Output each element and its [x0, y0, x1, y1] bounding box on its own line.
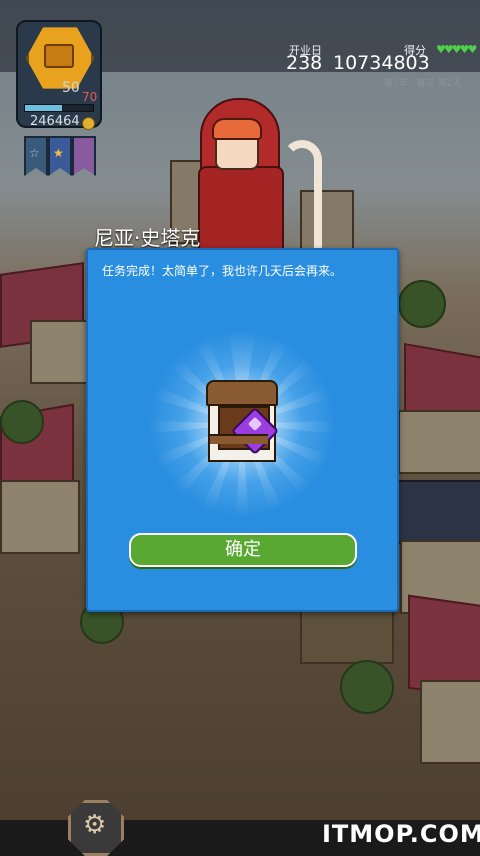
dialog-message: 任务完成！太简单了，我也许几天后会再来。 [102, 264, 343, 278]
watermark: ITMOP.COM [322, 820, 480, 848]
coins-value: 246464 [30, 114, 80, 129]
speaker-name: 尼亚·史塔克 [94, 226, 201, 250]
days-value: 238 [286, 52, 323, 74]
heart-icon: ♥♥♥♥♥ [436, 43, 477, 56]
chest-lid [206, 380, 278, 406]
score-value: 10734803 [333, 52, 430, 74]
coin-icon [82, 117, 95, 130]
chest-base [210, 434, 268, 444]
confirm-button[interactable]: 确定 [129, 533, 357, 567]
quest-complete-dialog: 任务完成！太简单了，我也许几天后会再来。 确定 [86, 248, 399, 612]
season-date: 第7年、春天 第2天 [384, 79, 462, 89]
chest-box [208, 398, 280, 462]
character-body [198, 166, 284, 260]
level-current: 50 [62, 80, 80, 96]
gem-icon [230, 406, 280, 456]
gem-chest-icon [206, 380, 280, 462]
character-hair [212, 118, 262, 140]
xp-bar [24, 104, 94, 112]
xp-fill [25, 105, 63, 111]
gear-icon[interactable]: ⚙ [68, 800, 124, 856]
level-max: 70 [82, 90, 98, 104]
chest-icon [44, 44, 74, 68]
